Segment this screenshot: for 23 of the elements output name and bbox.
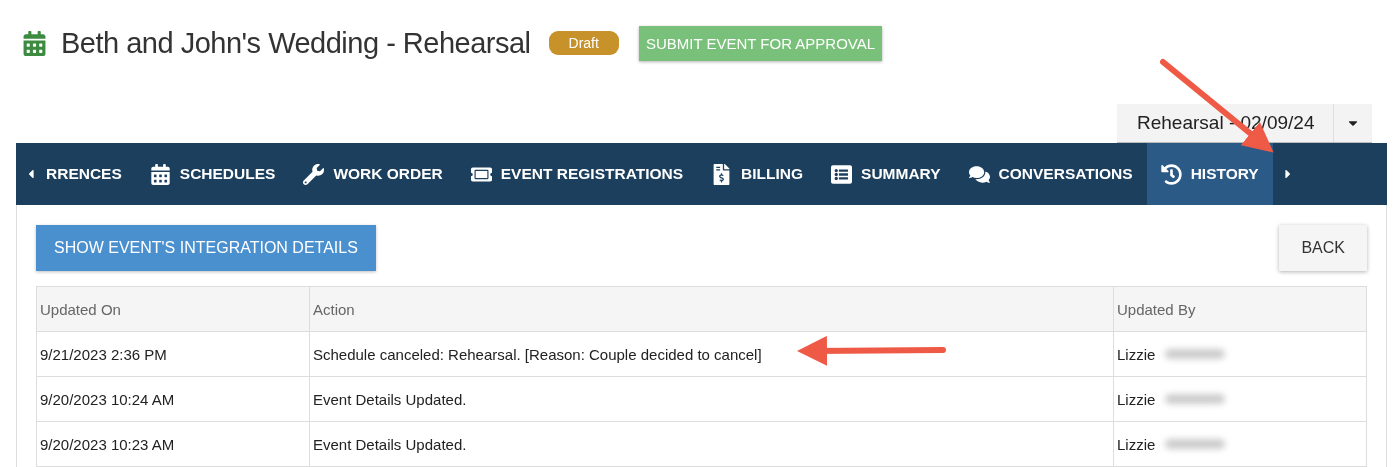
nav-tab[interactable]: EVENT REGISTRATIONS <box>456 143 698 205</box>
column-header: Updated By <box>1113 286 1367 332</box>
nav-tab[interactable]: SUMMARY <box>817 143 955 205</box>
column-header: Updated On <box>36 286 310 332</box>
nav-tab[interactable]: SCHEDULES <box>135 143 290 205</box>
table-cell: Schedule canceled: Rehearsal. [Reason: Couple decided to cancel] <box>309 331 1114 377</box>
nav-tab[interactable]: HISTORY <box>1146 143 1273 205</box>
event-title: Beth and John's Wedding - Rehearsal <box>61 26 531 60</box>
nav-tab[interactable]: CONVERSATIONS <box>954 143 1147 205</box>
table-cell: Event Details Updated. <box>309 421 1114 467</box>
table-cell: Lizzie <box>1117 345 1156 363</box>
nav-tab[interactable]: WORK ORDER <box>289 143 457 205</box>
table-cell: Lizzie <box>1117 435 1156 453</box>
status-badge: Draft <box>548 31 619 55</box>
table-cell: Event Details Updated. <box>309 376 1114 422</box>
table-cell: 9/20/2023 10:23 AM <box>36 421 310 467</box>
table-cell: 9/20/2023 10:24 AM <box>36 376 310 422</box>
column-header: Action <box>309 286 1114 332</box>
table-cell: 9/21/2023 2:36 PM <box>36 331 310 377</box>
nav-tab[interactable]: BILLING <box>697 143 818 205</box>
back-button[interactable]: BACK <box>1279 225 1367 271</box>
table-cell: Lizzie <box>1117 390 1156 408</box>
nav-tab[interactable]: RRENCES <box>46 143 136 205</box>
